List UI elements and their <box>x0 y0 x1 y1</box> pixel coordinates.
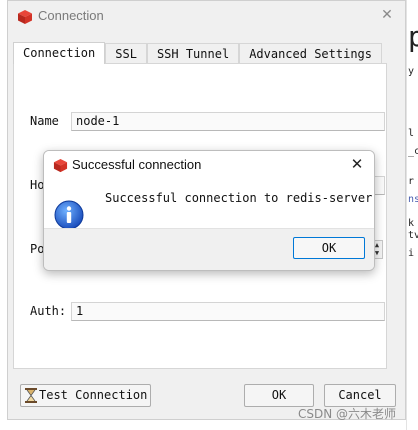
background-text: p <box>408 20 418 53</box>
dialog-title: Successful connection <box>72 157 202 172</box>
dialog-titlebar: Successful connection ✕ <box>44 151 374 179</box>
background-text: y <box>408 66 415 77</box>
dialog-close-icon[interactable]: ✕ <box>348 155 366 173</box>
ok-button[interactable]: OK <box>244 384 314 407</box>
background-window: p y l _c r ns k tv i <box>406 0 418 430</box>
name-field[interactable]: node-1 <box>71 112 385 131</box>
window-title: Connection <box>38 8 104 23</box>
tab-ssh-tunnel[interactable]: SSH Tunnel <box>146 43 240 64</box>
background-text: l <box>408 128 415 139</box>
dialog-message: Successful connection to redis-server <box>105 191 373 205</box>
test-connection-label: Test Connection <box>39 388 148 402</box>
watermark: CSDN @六木老师 <box>298 407 397 421</box>
cancel-button[interactable]: Cancel <box>324 384 396 407</box>
background-text: k <box>408 218 415 229</box>
dialog-footer: OK <box>44 228 374 270</box>
background-text: tv <box>408 230 418 241</box>
redis-cube-icon <box>18 10 32 24</box>
name-label: Name <box>30 114 59 128</box>
tab-ssl[interactable]: SSL <box>105 43 147 64</box>
background-text: r <box>408 176 415 187</box>
tab-advanced-settings[interactable]: Advanced Settings <box>239 43 383 64</box>
info-icon <box>54 200 84 230</box>
auth-label: Auth: <box>30 304 67 318</box>
tab-connection[interactable]: Connection <box>13 42 106 64</box>
hourglass-icon <box>25 388 37 403</box>
redis-cube-icon <box>53 158 68 173</box>
background-text: _c <box>408 146 418 157</box>
background-text: ns <box>408 194 418 205</box>
screen: p y l _c r ns k tv i Connection ✕ Connec… <box>0 0 418 430</box>
tab-bar: Connection SSL SSH Tunnel Advanced Setti… <box>13 42 383 64</box>
window-titlebar: Connection ✕ <box>8 1 405 31</box>
window-close-icon[interactable]: ✕ <box>378 6 396 24</box>
auth-field[interactable]: 1 <box>71 302 385 321</box>
dialog-ok-button[interactable]: OK <box>293 237 365 259</box>
background-text: i <box>408 248 415 259</box>
success-dialog: Successful connection ✕ Successful conne… <box>43 150 375 271</box>
test-connection-button[interactable]: Test Connection <box>20 384 151 407</box>
